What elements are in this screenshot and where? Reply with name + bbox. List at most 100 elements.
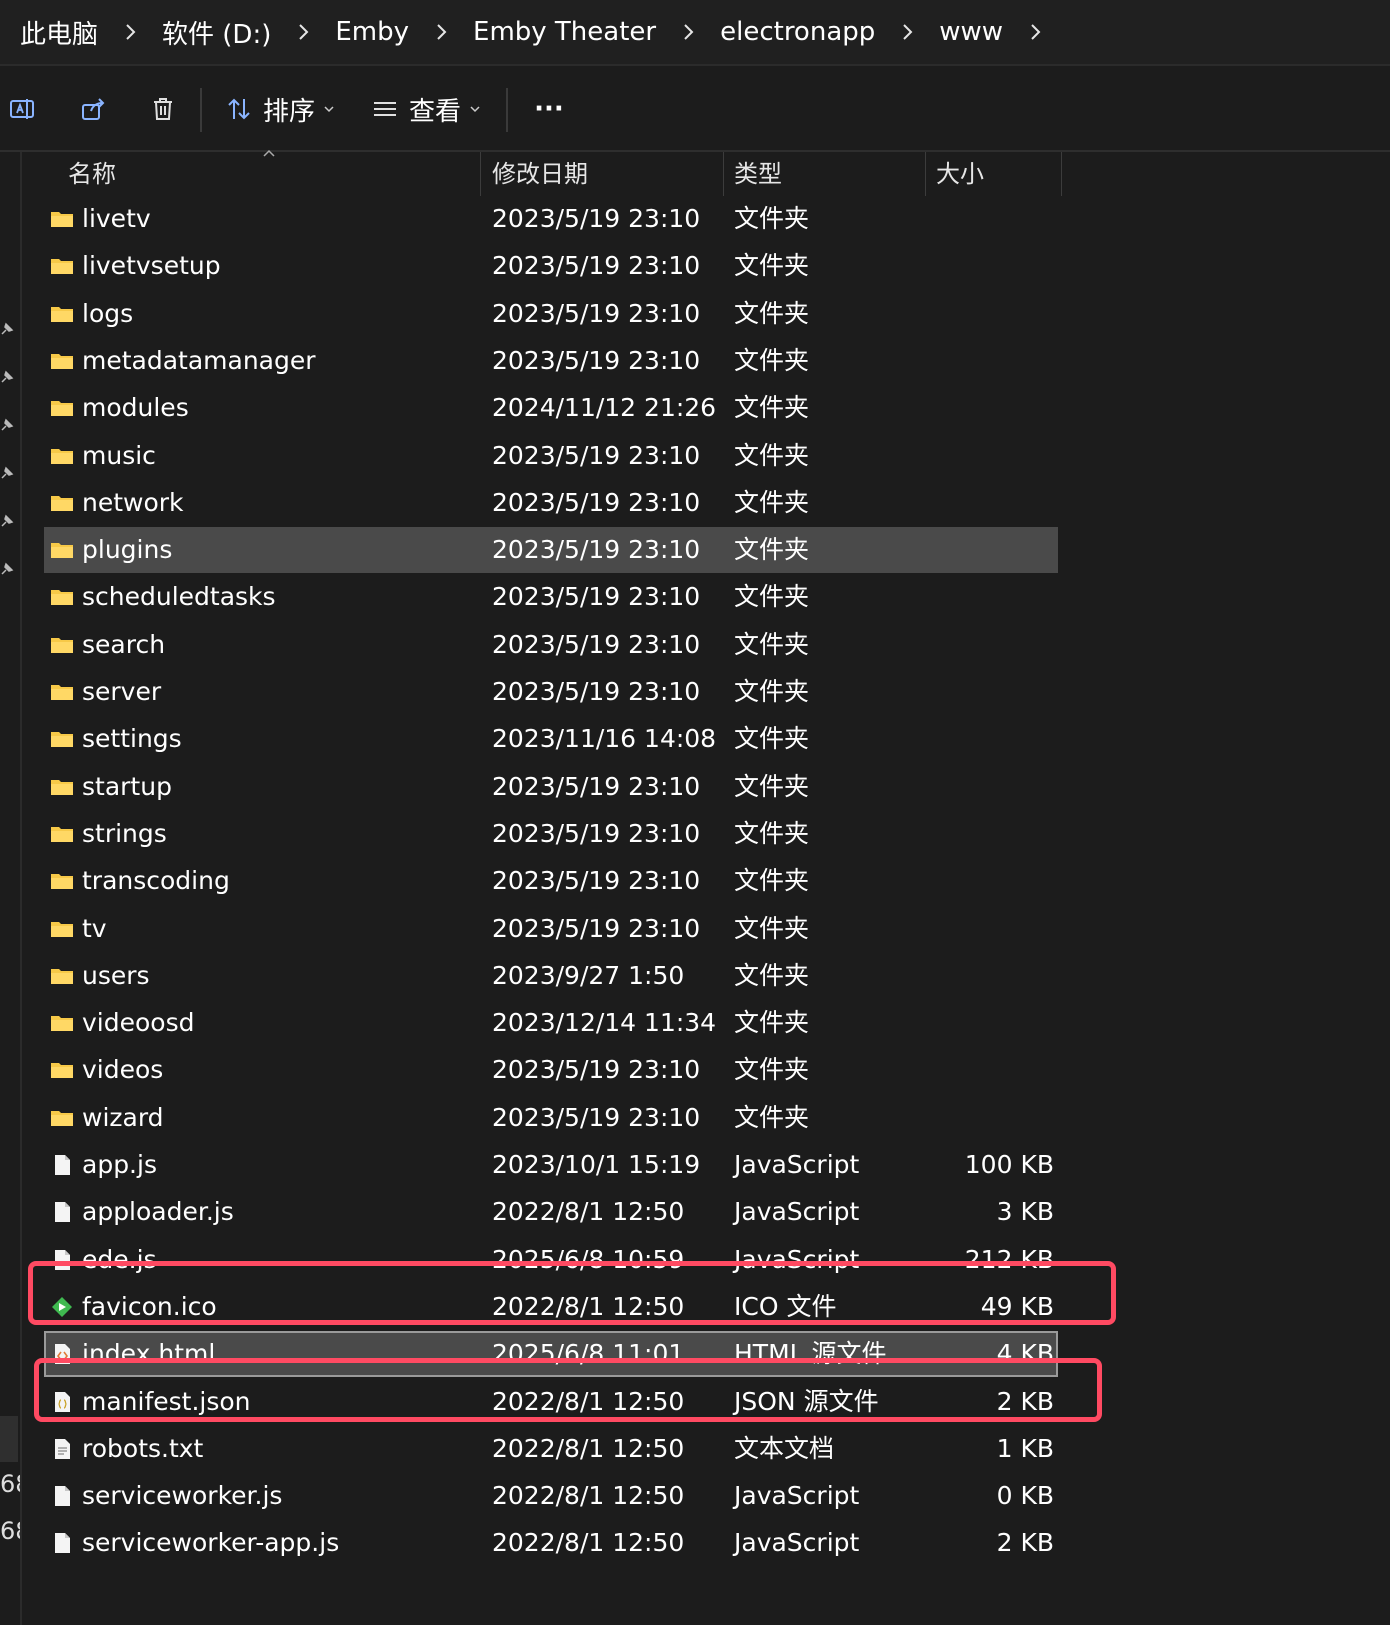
highlight-box-ede-js	[28, 1261, 1116, 1325]
folder-icon	[50, 302, 74, 326]
file-row-wizard[interactable]: wizard 2023/5/19 23:10 文件夹	[44, 1095, 1058, 1141]
file-row-metadatamanager[interactable]: metadatamanager 2023/5/19 23:10 文件夹	[44, 338, 1058, 384]
file-row-livetvsetup[interactable]: livetvsetup 2023/5/19 23:10 文件夹	[44, 243, 1058, 289]
file-row-modules[interactable]: modules 2024/11/12 21:26 文件夹	[44, 385, 1058, 431]
nav-selected-item[interactable]	[0, 1416, 18, 1462]
navigation-pane[interactable]: 68 68	[0, 152, 22, 1625]
file-row-apploader-js[interactable]: apploader.js 2022/8/1 12:50 JavaScript 3 KB	[44, 1189, 1058, 1235]
toolbar-divider	[506, 88, 508, 132]
column-divider[interactable]	[1061, 152, 1062, 196]
file-row-videos[interactable]: videos 2023/5/19 23:10 文件夹	[44, 1047, 1058, 1093]
file-date: 2022/8/1 12:50	[492, 1481, 685, 1511]
file-name: network	[82, 487, 184, 517]
file-name: wizard	[82, 1102, 164, 1132]
file-row-strings[interactable]: strings 2023/5/19 23:10 文件夹	[44, 811, 1058, 857]
column-header-name[interactable]: 名称	[68, 152, 498, 196]
column-header-row: 名称 修改日期 类型 大小	[44, 152, 1058, 196]
file-date: 2023/11/16 14:08	[492, 724, 717, 754]
sort-button[interactable]: 排序	[224, 86, 336, 132]
file-row-network[interactable]: network 2023/5/19 23:10 文件夹	[44, 480, 1058, 526]
breadcrumb-emby-theater[interactable]: Emby Theater	[473, 17, 656, 47]
file-name: scheduledtasks	[82, 582, 276, 612]
column-header-type[interactable]: 类型	[734, 152, 924, 196]
trash-icon	[154, 98, 172, 120]
chevron-right-icon[interactable]	[875, 0, 939, 65]
folder-icon	[50, 396, 74, 420]
breadcrumb-emby[interactable]: Emby	[335, 17, 409, 47]
file-name: strings	[82, 818, 167, 848]
view-icon	[373, 102, 396, 116]
breadcrumb-electronapp[interactable]: electronapp	[720, 17, 875, 47]
file-row-users[interactable]: users 2023/9/27 1:50 文件夹	[44, 953, 1058, 999]
chevron-right-icon[interactable]	[271, 0, 335, 65]
file-date: 2023/12/14 11:34	[492, 1008, 717, 1038]
file-row-startup[interactable]: startup 2023/5/19 23:10 文件夹	[44, 764, 1058, 810]
chevron-right-icon[interactable]	[1003, 0, 1067, 65]
file-name: transcoding	[82, 866, 230, 896]
chevron-right-icon[interactable]	[656, 0, 720, 65]
file-type: 文件夹	[734, 582, 810, 612]
file-size: 1 KB	[996, 1433, 1054, 1463]
file-icon	[50, 1531, 74, 1555]
file-name: robots.txt	[82, 1433, 204, 1463]
column-divider[interactable]	[723, 152, 724, 196]
file-date: 2023/5/19 23:10	[492, 440, 701, 470]
folder-icon	[50, 444, 74, 468]
file-row-plugins[interactable]: plugins 2023/5/19 23:10 文件夹	[44, 527, 1058, 574]
pin-icon	[1, 370, 14, 383]
breadcrumb-drive-d[interactable]: 软件 (D:)	[162, 14, 271, 51]
file-size: 3 KB	[996, 1197, 1054, 1227]
file-row-scheduledtasks[interactable]: scheduledtasks 2023/5/19 23:10 文件夹	[44, 574, 1058, 620]
file-row-robots-txt[interactable]: robots.txt 2022/8/1 12:50 文本文档 1 KB	[44, 1426, 1058, 1472]
file-date: 2023/5/19 23:10	[492, 535, 701, 565]
column-divider[interactable]	[480, 152, 481, 196]
chevron-right-icon[interactable]	[409, 0, 473, 65]
folder-icon	[50, 727, 74, 751]
file-type: 文件夹	[734, 393, 810, 423]
file-date: 2023/5/19 23:10	[492, 677, 701, 706]
file-row-settings[interactable]: settings 2023/11/16 14:08 文件夹	[44, 716, 1058, 762]
file-row-videoosd[interactable]: videoosd 2023/12/14 11:34 文件夹	[44, 1000, 1058, 1046]
folder-icon	[50, 1106, 74, 1130]
file-row-livetv[interactable]: livetv 2023/5/19 23:10 文件夹	[44, 196, 1058, 242]
folder-icon	[50, 207, 74, 231]
share-button[interactable]	[70, 86, 116, 132]
file-row-logs[interactable]: logs 2023/5/19 23:10 文件夹	[44, 291, 1058, 337]
file-name: metadatamanager	[82, 345, 316, 375]
column-header-date[interactable]: 修改日期	[492, 152, 722, 196]
file-date: 2023/5/19 23:10	[492, 345, 701, 375]
rename-icon	[10, 99, 34, 119]
file-type: 文件夹	[734, 487, 810, 517]
file-icon	[50, 1153, 74, 1177]
view-button[interactable]: 查看	[370, 86, 482, 132]
file-type: 文件夹	[734, 204, 810, 233]
folder-icon	[50, 349, 74, 373]
file-date: 2023/9/27 1:50	[492, 960, 685, 990]
breadcrumb-this-pc[interactable]: 此电脑	[20, 14, 98, 51]
file-date: 2022/8/1 12:50	[492, 1528, 685, 1558]
file-row-server[interactable]: server 2023/5/19 23:10 文件夹	[44, 669, 1058, 715]
delete-button[interactable]	[140, 86, 186, 132]
folder-icon	[50, 869, 74, 893]
file-type: 文件夹	[734, 251, 810, 281]
pin-icon	[1, 514, 14, 527]
file-row-serviceworker-js[interactable]: serviceworker.js 2022/8/1 12:50 JavaScript…	[44, 1473, 1058, 1519]
rename-button[interactable]	[4, 86, 40, 132]
chevron-right-icon[interactable]	[98, 0, 162, 65]
folder-icon	[50, 633, 74, 657]
file-row-serviceworker-app-js[interactable]: serviceworker-app.js 2022/8/1 12:50 JavaSc…	[44, 1520, 1058, 1566]
file-row-music[interactable]: music 2023/5/19 23:10 文件夹	[44, 433, 1058, 479]
file-row-tv[interactable]: tv 2023/5/19 23:10 文件夹	[44, 906, 1058, 952]
file-row-search[interactable]: search 2023/5/19 23:10 文件夹	[44, 622, 1058, 668]
more-options-button[interactable]: ···	[526, 86, 572, 132]
file-row-app-js[interactable]: app.js 2023/10/1 15:19 JavaScript 100 KB	[44, 1142, 1058, 1188]
folder-icon	[50, 538, 74, 562]
nav-item-number: 68	[0, 1470, 20, 1498]
column-header-size[interactable]: 大小	[936, 152, 1056, 196]
file-row-transcoding[interactable]: transcoding 2023/5/19 23:10 文件夹	[44, 858, 1058, 904]
column-divider[interactable]	[925, 152, 926, 196]
file-size: 0 KB	[996, 1481, 1054, 1511]
pin-icon	[1, 418, 14, 431]
file-name: videos	[82, 1055, 164, 1085]
breadcrumb-www[interactable]: www	[939, 17, 1003, 47]
